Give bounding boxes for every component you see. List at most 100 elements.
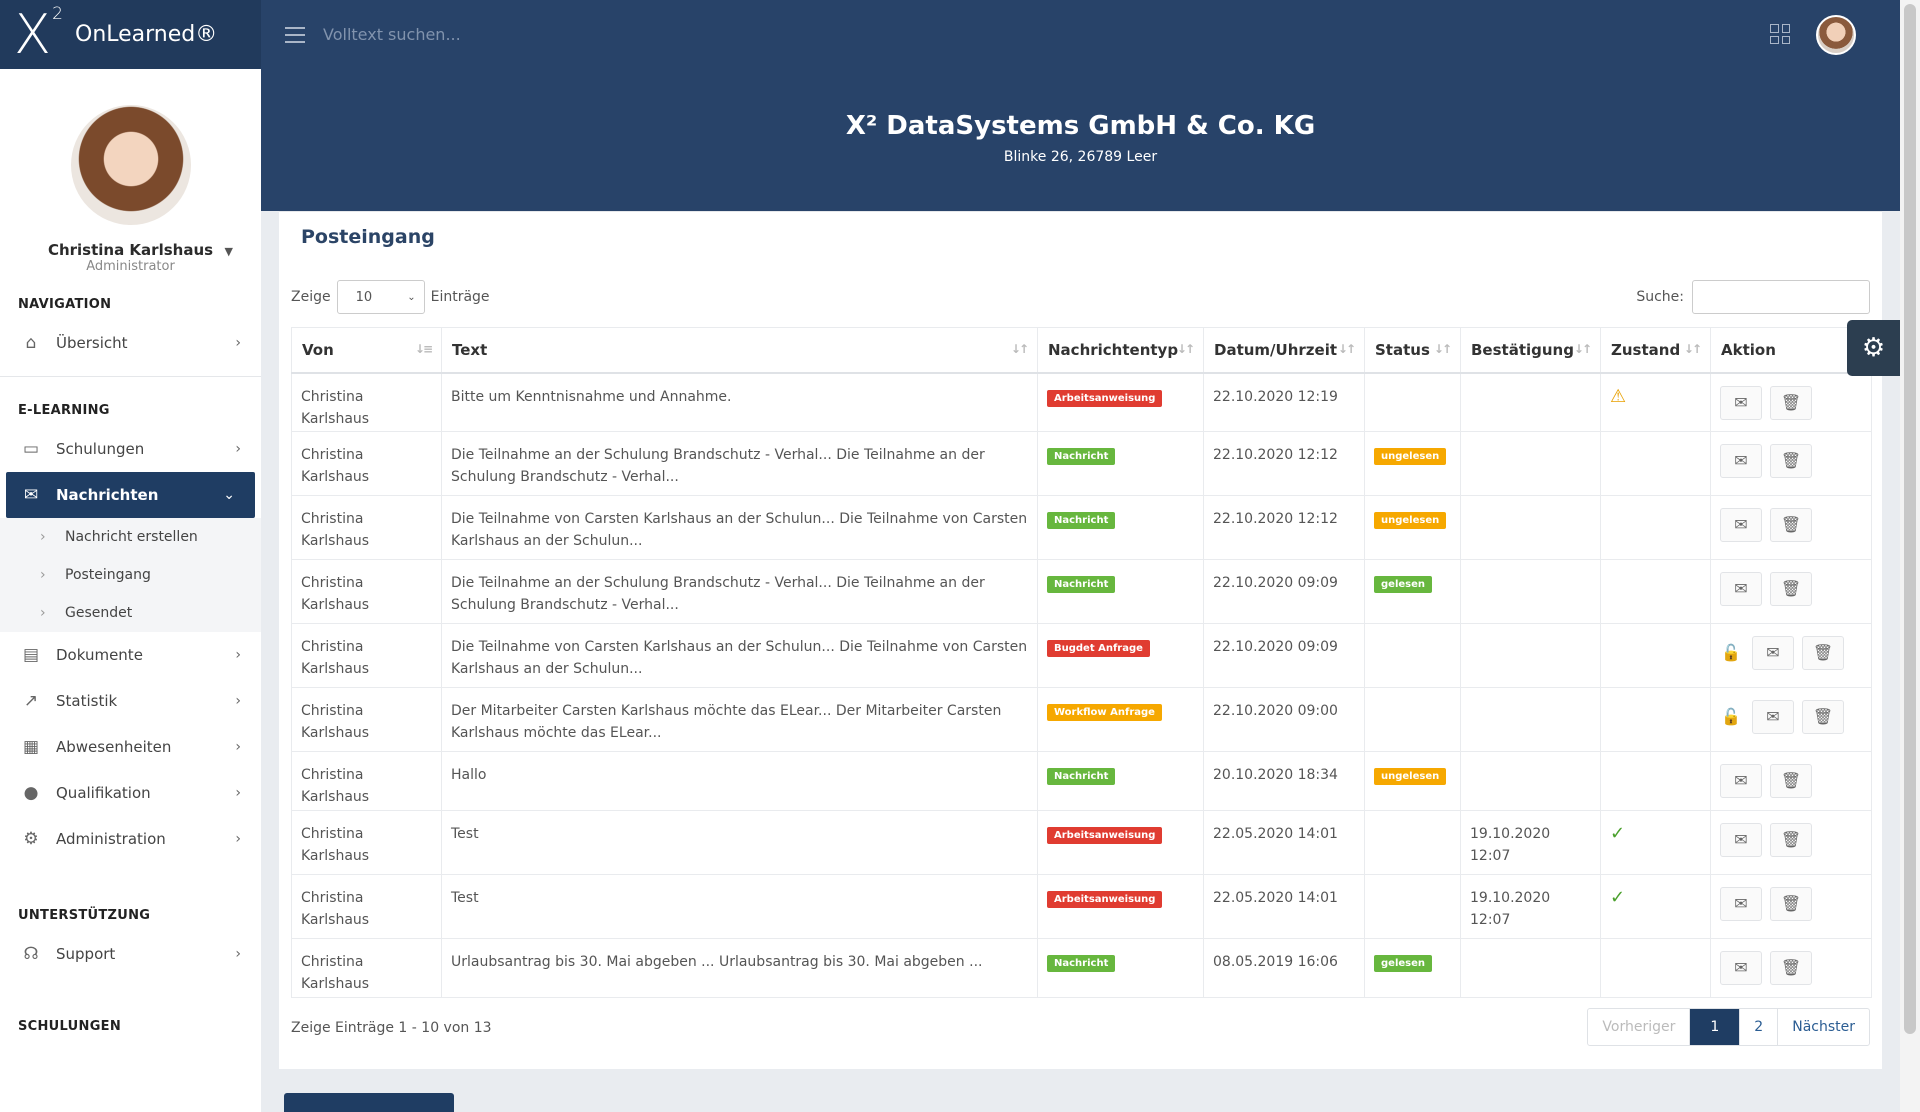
type-badge: Workflow Anfrage [1047,704,1162,721]
open-message-button[interactable]: ✉ [1720,572,1762,606]
open-message-button[interactable]: ✉ [1720,444,1762,478]
pagination-next-button[interactable]: Nächster [1777,1009,1869,1045]
profile-name[interactable]: Christina Karlshaus [0,241,261,259]
profile: Christina Karlshaus Administrator ▼ [0,69,261,289]
col-header-text[interactable]: Text ↓↑ [441,327,1038,374]
company-address: Blinke 26, 26789 Leer [1003,149,1158,165]
sort-icon: ↓↑ [1337,342,1356,356]
page-length-select[interactable]: 10 ⌄ [336,280,425,314]
col-header-type[interactable]: Nachrichtentyp ↓↑ [1037,327,1204,374]
settings-gear-icon[interactable]: ⚙ [1847,320,1900,376]
inbox-table: Von ↓≡ Text ↓↑ Nachrichtentyp ↓↑ Datum/Uhrz… [291,327,1872,998]
pagination-page-2[interactable]: 2 [1739,1009,1777,1045]
cell-status: ungelesen [1364,751,1461,811]
cell-from: Christina Karlshaus [291,810,442,875]
delete-button[interactable]: 🗑 [1770,385,1812,420]
cell-action: ✉ 🗑 [1710,372,1872,432]
back-to-start-button[interactable] [284,1093,454,1112]
unlock-icon[interactable]: 🔓 [1720,700,1742,734]
open-message-button[interactable]: ✉ [1720,951,1762,985]
sidebar-subitem-inbox[interactable]: › Posteingang [0,556,261,594]
table-header-row: Von ↓≡ Text ↓↑ Nachrichtentyp ↓↑ Datum/Uhrz… [291,327,1872,374]
sidebar-item-messages[interactable]: ✉ Nachrichten ⌄ [6,472,255,518]
cell-confirmation: 19.10.2020 12:07 [1460,810,1601,875]
delete-button[interactable]: 🗑 [1770,508,1812,542]
menu-icon[interactable] [285,26,305,43]
unlock-icon[interactable]: 🔓 [1720,636,1742,670]
type-badge: Bugdet Anfrage [1047,640,1150,657]
sidebar-item-absences[interactable]: ▦ Abwesenheiten › [0,724,261,770]
chevron-right-icon: › [235,946,241,962]
delete-button[interactable]: 🗑 [1802,636,1844,670]
pagination-page-1[interactable]: 1 [1689,1009,1740,1045]
cell-text: Die Teilnahme von Carsten Karlshaus an d… [441,495,1038,560]
sidebar-item-administration[interactable]: ⚙ Administration › [0,816,261,862]
delete-button[interactable]: 🗑 [1770,887,1812,921]
delete-button[interactable]: 🗑 [1770,823,1812,857]
open-message-button[interactable]: ✉ [1720,508,1762,542]
table-search: Suche: [1636,280,1870,314]
divider [0,376,261,377]
inbox-panel: Posteingang Zeige 10 ⌄ Einträge Suche: V… [279,211,1882,1069]
sidebar-item-qualification[interactable]: ● Qualifikation › [0,770,261,816]
sidebar-item-trainings[interactable]: ▭ Schulungen › [0,426,261,472]
table-row[interactable]: Christina Karlshaus Die Teilnahme von Ca… [291,623,1872,688]
profile-caret-icon[interactable]: ▼ [225,245,233,258]
table-row[interactable]: Christina Karlshaus Urlaubsantrag bis 30… [291,938,1872,998]
open-message-button[interactable]: ✉ [1720,887,1762,921]
cell-state: ✓ [1600,810,1711,875]
cell-date: 22.10.2020 09:09 [1203,623,1365,688]
delete-button[interactable]: 🗑 [1802,700,1844,734]
col-header-state[interactable]: Zustand ↓↑ [1600,327,1711,374]
col-header-confirmation[interactable]: Bestätigung ↓↑ [1460,327,1601,374]
table-row[interactable]: Christina Karlshaus Die Teilnahme von Ca… [291,495,1872,560]
open-message-button[interactable]: ✉ [1720,823,1762,857]
cell-from: Christina Karlshaus [291,751,442,811]
table-row[interactable]: Christina Karlshaus Test Arbeitsanweisun… [291,810,1872,875]
table-row[interactable]: Christina Karlshaus Hallo Nachricht 20.1… [291,751,1872,811]
cell-date: 20.10.2020 18:34 [1203,751,1365,811]
table-row[interactable]: Christina Karlshaus Die Teilnahme an der… [291,559,1872,624]
open-message-button[interactable]: ✉ [1720,385,1762,420]
table-row[interactable]: Christina Karlshaus Bitte um Kenntnisnah… [291,372,1872,432]
table-row[interactable]: Christina Karlshaus Der Mitarbeiter Cars… [291,687,1872,752]
cell-date: 22.10.2020 12:19 [1203,372,1365,432]
delete-button[interactable]: 🗑 [1770,572,1812,606]
open-message-button[interactable]: ✉ [1720,764,1762,798]
table-row[interactable]: Christina Karlshaus Test Arbeitsanweisun… [291,874,1872,939]
sidebar-subitem-sent[interactable]: › Gesendet [0,594,261,632]
pagination-prev-button[interactable]: Vorheriger [1588,1009,1689,1045]
sidebar-item-statistics[interactable]: ↗ Statistik › [0,678,261,724]
scrollbar-thumb[interactable] [1904,4,1916,1034]
status-badge: ungelesen [1374,448,1447,465]
award-icon: ● [23,783,39,803]
chevron-right-icon: › [235,693,241,709]
col-header-date[interactable]: Datum/Uhrzeit ↓↑ [1203,327,1365,374]
company-name: X² DataSystems GmbH & Co. KG [845,111,1316,141]
open-message-button[interactable]: ✉ [1752,700,1794,734]
type-badge: Nachricht [1047,448,1116,465]
page-scrollbar[interactable] [1900,0,1920,1112]
table-row[interactable]: Christina Karlshaus Die Teilnahme an der… [291,431,1872,496]
logo[interactable]: X2 OnLearned® [0,0,261,69]
cell-from: Christina Karlshaus [291,938,442,998]
user-avatar[interactable] [1816,15,1856,55]
sidebar-item-support[interactable]: ☊ Support › [0,931,261,977]
table-search-input[interactable] [1692,280,1870,314]
delete-button[interactable]: 🗑 [1770,764,1812,798]
sidebar-item-overview[interactable]: ⌂ Übersicht › [0,320,261,366]
delete-button[interactable]: 🗑 [1770,444,1812,478]
delete-button[interactable]: 🗑 [1770,951,1812,985]
sidebar-item-documents[interactable]: ▤ Dokumente › [0,632,261,678]
sidebar-subitem-create-message[interactable]: › Nachricht erstellen [0,518,261,556]
fulltext-search-input[interactable]: Volltext suchen... [323,25,461,44]
cell-date: 22.10.2020 12:12 [1203,431,1365,496]
apps-grid-icon[interactable] [1770,24,1790,44]
open-message-button[interactable]: ✉ [1752,636,1794,670]
col-header-status[interactable]: Status ↓↑ [1364,327,1461,374]
cell-state [1600,623,1711,688]
cell-from: Christina Karlshaus [291,623,442,688]
calendar-icon: ▦ [22,737,40,757]
col-header-from[interactable]: Von ↓≡ [291,327,442,374]
profile-role: Administrator [86,259,175,274]
